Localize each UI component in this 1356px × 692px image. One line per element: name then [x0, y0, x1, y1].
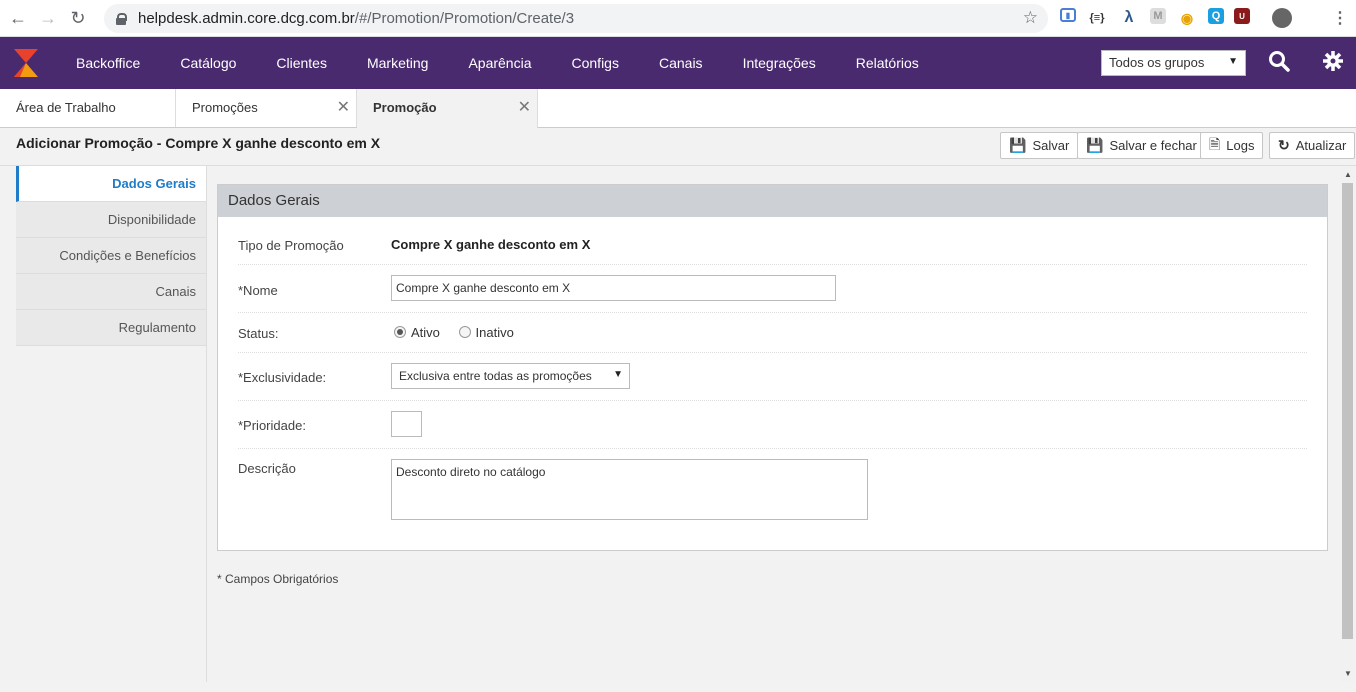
prioridade-label: *Prioridade:: [238, 418, 306, 433]
status-inativo-radio[interactable]: [458, 326, 471, 338]
tipo-label: Tipo de Promoção: [238, 238, 344, 253]
descricao-textarea[interactable]: Desconto direto no catálogo: [391, 459, 868, 520]
status-inativo-label: Inativo: [475, 325, 514, 340]
tab-label: Promoção: [373, 100, 437, 115]
close-icon[interactable]: ✕: [337, 97, 350, 117]
lock-icon: [116, 12, 127, 25]
menu-relatorios[interactable]: Relatórios: [836, 37, 939, 89]
panel-title: Dados Gerais: [218, 185, 1327, 217]
profile-avatar[interactable]: [1272, 8, 1292, 28]
kebab-menu-icon[interactable]: ⋮: [1332, 8, 1348, 28]
menu-marketing[interactable]: Marketing: [347, 37, 448, 89]
menu-catalogo[interactable]: Catálogo: [160, 37, 256, 89]
logs-button-label: Logs: [1226, 138, 1255, 153]
group-select-value: Todos os grupos: [1109, 55, 1205, 70]
tipo-value: Compre X ganhe desconto em X: [391, 237, 591, 252]
url-path: /#/Promotion/Promotion/Create/3: [354, 10, 575, 27]
workspace-tabs: Área de Trabalho Promoções ✕ Promoção ✕: [0, 89, 1356, 129]
refresh-button[interactable]: ↻ Atualizar: [1269, 132, 1356, 159]
search-icon[interactable]: [1268, 50, 1290, 75]
save-close-button-label: Salvar e fechar: [1109, 138, 1197, 153]
extension-icon[interactable]: ▮: [1060, 8, 1076, 22]
menu-clientes[interactable]: Clientes: [256, 37, 347, 89]
section-sidebar: Dados Gerais Disponibilidade Condições e…: [16, 166, 206, 346]
menu-configs[interactable]: Configs: [552, 37, 639, 89]
prioridade-input[interactable]: [391, 411, 422, 437]
close-icon[interactable]: ✕: [518, 97, 531, 117]
menu-canais[interactable]: Canais: [639, 37, 723, 89]
menu-integracoes[interactable]: Integrações: [723, 37, 836, 89]
sidebar-item-condicoes[interactable]: Condições e Benefícios: [16, 238, 206, 274]
scroll-down-icon[interactable]: ▼: [1344, 669, 1352, 678]
save-button[interactable]: 💾 Salvar: [1000, 132, 1079, 159]
form-row-nome: *Nome Compre X ganhe desconto em X: [238, 265, 1307, 313]
form-row-descricao: Descrição Desconto direto no catálogo: [238, 449, 1307, 529]
url-host: helpdesk.admin.core.dcg.com.br: [138, 10, 355, 27]
page-title: Adicionar Promoção - Compre X ganhe desc…: [16, 135, 381, 151]
status-ativo-label: Ativo: [411, 325, 440, 340]
json-extension-icon[interactable]: {≡}: [1086, 8, 1108, 28]
menu-aparencia[interactable]: Aparência: [448, 37, 551, 89]
group-select[interactable]: Todos os grupos ▼: [1101, 50, 1246, 76]
form-row-status: Status: Ativo Inativo: [238, 313, 1307, 353]
status-ativo-radio[interactable]: [394, 326, 406, 338]
main-menu: Backoffice Catálogo Clientes Marketing A…: [54, 37, 939, 89]
logs-button[interactable]: 🗎 Logs: [1200, 132, 1264, 159]
sidebar-item-dados-gerais[interactable]: Dados Gerais: [16, 166, 206, 202]
gear-icon[interactable]: [1322, 50, 1344, 75]
extension-icon[interactable]: M: [1150, 8, 1166, 24]
extension-icon[interactable]: Q: [1208, 8, 1224, 24]
menu-backoffice[interactable]: Backoffice: [54, 37, 160, 89]
sidebar-item-canais[interactable]: Canais: [16, 274, 206, 310]
save-close-button[interactable]: 💾 Salvar e fechar: [1077, 132, 1206, 159]
page-header: Adicionar Promoção - Compre X ganhe desc…: [0, 128, 1356, 166]
extension-icon[interactable]: ◉: [1176, 8, 1198, 28]
general-data-panel: Dados Gerais Tipo de Promoção Compre X g…: [217, 184, 1328, 551]
descricao-label: Descrição: [238, 461, 296, 476]
scrollbar[interactable]: ▲ ▼: [1340, 166, 1356, 682]
address-bar[interactable]: helpdesk.admin.core.dcg.com.br/#/Promoti…: [104, 4, 1048, 33]
back-icon[interactable]: ←: [3, 3, 33, 33]
tab-label: Área de Trabalho: [16, 100, 116, 115]
status-label: Status:: [238, 326, 279, 341]
form-row-tipo: Tipo de Promoção Compre X ganhe desconto…: [238, 217, 1307, 265]
status-radio-group: Ativo Inativo: [394, 325, 514, 340]
exclusividade-label: *Exclusividade:: [238, 370, 327, 385]
exclusividade-select[interactable]: Exclusiva entre todas as promoções ▼: [391, 363, 630, 389]
tab-label: Promoções: [192, 100, 258, 115]
forward-icon[interactable]: →: [33, 3, 63, 33]
tab-promocoes[interactable]: Promoções ✕: [176, 89, 357, 127]
refresh-button-label: Atualizar: [1295, 138, 1347, 153]
extension-icon[interactable]: U: [1234, 8, 1250, 24]
divider: [206, 166, 207, 682]
extension-icon[interactable]: λ: [1118, 8, 1140, 28]
nome-label: *Nome: [238, 283, 278, 298]
floppy-icon: 💾: [1086, 137, 1104, 153]
refresh-icon: ↻: [1278, 137, 1290, 153]
scroll-up-icon[interactable]: ▲: [1344, 170, 1352, 179]
chevron-down-icon: ▼: [1228, 56, 1238, 67]
reload-icon[interactable]: ↻: [63, 3, 93, 33]
sidebar-item-regulamento[interactable]: Regulamento: [16, 310, 206, 346]
document-icon: 🗎: [1209, 135, 1221, 152]
save-button-label: Salvar: [1032, 138, 1070, 153]
sidebar-item-disponibilidade[interactable]: Disponibilidade: [16, 202, 206, 238]
tab-area-de-trabalho[interactable]: Área de Trabalho: [0, 89, 176, 127]
nome-input[interactable]: Compre X ganhe desconto em X: [391, 275, 836, 301]
exclusividade-value: Exclusiva entre todas as promoções: [399, 369, 592, 383]
form-row-exclusividade: *Exclusividade: Exclusiva entre todas as…: [238, 353, 1307, 401]
required-fields-note: * Campos Obrigatórios: [217, 572, 339, 586]
floppy-icon: 💾: [1009, 137, 1027, 153]
scroll-thumb[interactable]: [1342, 183, 1353, 639]
bookmark-star-icon[interactable]: ☆: [1023, 8, 1038, 28]
app-header: Backoffice Catálogo Clientes Marketing A…: [0, 37, 1356, 89]
browser-toolbar: ← → ↻ helpdesk.admin.core.dcg.com.br/#/P…: [0, 0, 1356, 37]
logo[interactable]: [0, 37, 52, 89]
extensions-bar: ▮ {≡} λ M ◉ Q U: [1060, 8, 1292, 28]
tab-promocao[interactable]: Promoção ✕: [357, 89, 538, 129]
chevron-down-icon: ▼: [613, 369, 623, 380]
form-row-prioridade: *Prioridade:: [238, 401, 1307, 449]
